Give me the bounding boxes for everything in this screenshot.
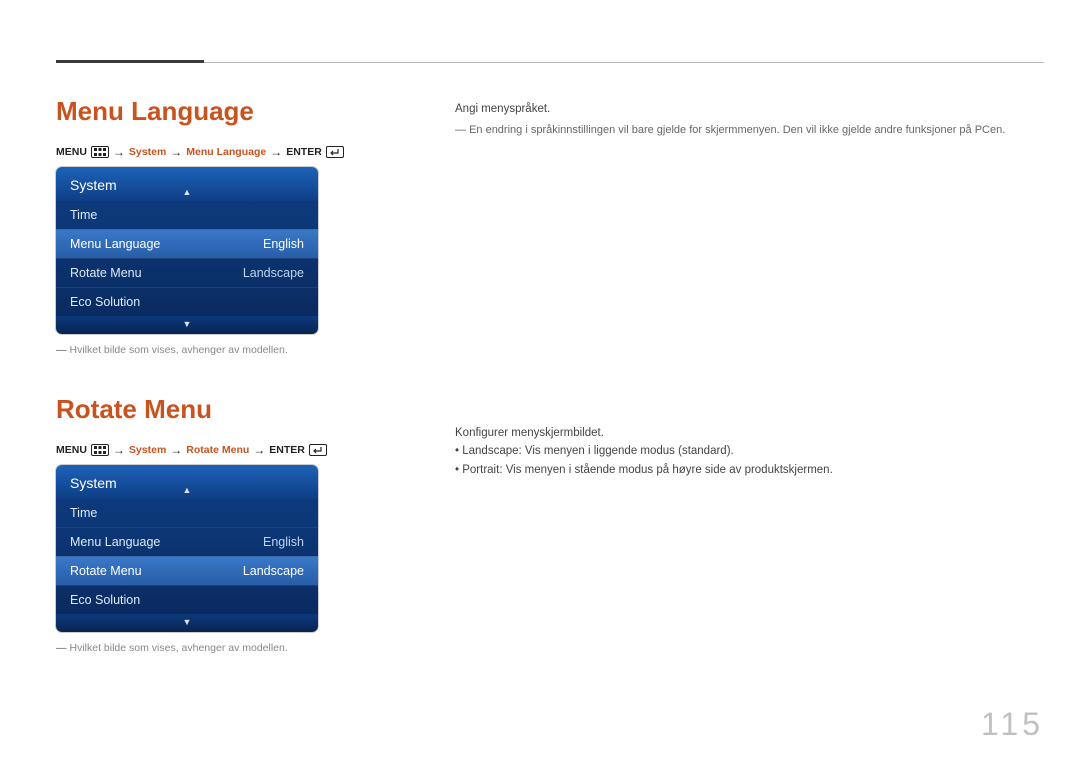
osd-body: Time Menu Language English Rotate Menu L… [56, 201, 318, 316]
breadcrumb-part: ENTER [286, 146, 322, 158]
note-text: Hvilket bilde som vises, avhenger av mod… [70, 642, 288, 654]
dash-icon: ― [455, 124, 466, 136]
osd-footer: ▼ [56, 316, 318, 334]
option-text: : Vis menyen i stående modus på høyre si… [499, 464, 832, 476]
osd-row-value: English [263, 535, 304, 549]
osd-row[interactable]: Rotate Menu Landscape [56, 556, 318, 585]
bullet-text: Landscape: Vis menyen i liggende modus (… [462, 445, 734, 457]
section-rotate-menu: Rotate Menu MENU → System → Rotate Menu … [56, 394, 346, 654]
option-label: Portrait [462, 464, 499, 476]
breadcrumb-part: MENU [56, 146, 87, 158]
section-title: Rotate Menu [56, 394, 346, 425]
description-block-2: Konfigurer menyskjermbildet. • Landscape… [455, 424, 1044, 479]
osd-row-value: English [263, 237, 304, 251]
arrow-right-icon: → [113, 145, 125, 159]
page-number: 115 [981, 706, 1044, 743]
osd-title: System [70, 177, 117, 193]
bullet-list: • Landscape: Vis menyen i liggende modus… [455, 442, 1044, 479]
osd-row-value: Landscape [243, 266, 304, 280]
section-menu-language: Menu Language MENU → System → Menu Langu… [56, 96, 346, 356]
note: ―Hvilket bilde som vises, avhenger av mo… [56, 642, 346, 654]
paragraph: ― En endring i språkinnstillingen vil ba… [455, 122, 1044, 140]
osd-row[interactable]: Eco Solution [56, 287, 318, 316]
paragraph: Angi menyspråket. [455, 100, 1044, 118]
option-text: : Vis menyen i liggende modus (standard)… [519, 445, 734, 457]
option-label: Landscape [462, 445, 518, 457]
osd-header: System ▲ [56, 465, 318, 499]
osd-header: System ▲ [56, 167, 318, 201]
description-block-1: Angi menyspråket. ― En endring i språkin… [455, 100, 1044, 140]
osd-row-label: Eco Solution [70, 593, 140, 607]
dash-icon: ― [56, 344, 67, 356]
paragraph: Konfigurer menyskjermbildet. [455, 424, 1044, 442]
breadcrumb-part: MENU [56, 444, 87, 456]
osd-row-label: Rotate Menu [70, 266, 142, 280]
osd-row[interactable]: Time [56, 499, 318, 527]
osd-panel: System ▲ Time Menu Language English Rota… [56, 465, 318, 632]
osd-row[interactable]: Rotate Menu Landscape [56, 258, 318, 287]
bullet-item: • Portrait: Vis menyen i stående modus p… [455, 461, 1044, 479]
osd-row-label: Time [70, 506, 97, 520]
osd-body: Time Menu Language English Rotate Menu L… [56, 499, 318, 614]
caret-up-icon: ▲ [183, 485, 192, 495]
dash-icon: ― [56, 642, 67, 654]
osd-row[interactable]: Eco Solution [56, 585, 318, 614]
osd-panel: System ▲ Time Menu Language English Rota… [56, 167, 318, 334]
section-title: Menu Language [56, 96, 346, 127]
osd-row-label: Menu Language [70, 237, 160, 251]
note-text: Hvilket bilde som vises, avhenger av mod… [70, 344, 288, 356]
breadcrumb-part: System [129, 146, 166, 158]
arrow-right-icon: → [253, 443, 265, 457]
breadcrumb-part: Menu Language [186, 146, 266, 158]
breadcrumb: MENU → System → Rotate Menu → ENTER [56, 443, 346, 457]
caret-down-icon: ▼ [183, 319, 192, 329]
bullet-dot-icon: • [455, 464, 459, 476]
bullet-text: Portrait: Vis menyen i stående modus på … [462, 464, 833, 476]
arrow-right-icon: → [170, 145, 182, 159]
enter-icon [326, 146, 344, 158]
osd-title: System [70, 475, 117, 491]
arrow-right-icon: → [170, 443, 182, 457]
arrow-right-icon: → [270, 145, 282, 159]
osd-row[interactable]: Menu Language English [56, 527, 318, 556]
osd-row-label: Menu Language [70, 535, 160, 549]
note: ―Hvilket bilde som vises, avhenger av mo… [56, 344, 346, 356]
breadcrumb-part: Rotate Menu [186, 444, 249, 456]
osd-row-label: Time [70, 208, 97, 222]
osd-row-label: Rotate Menu [70, 564, 142, 578]
menu-icon [91, 444, 109, 456]
bullet-item: • Landscape: Vis menyen i liggende modus… [455, 442, 1044, 460]
osd-row[interactable]: Menu Language English [56, 229, 318, 258]
breadcrumb-part: System [129, 444, 166, 456]
caret-up-icon: ▲ [183, 187, 192, 197]
header-rule-thick [56, 60, 204, 63]
paragraph-text: En endring i språkinnstillingen vil bare… [469, 124, 1005, 136]
osd-row-value: Landscape [243, 564, 304, 578]
caret-down-icon: ▼ [183, 617, 192, 627]
osd-row[interactable]: Time [56, 201, 318, 229]
header-rule [56, 62, 1044, 63]
bullet-dot-icon: • [455, 445, 459, 457]
menu-icon [91, 146, 109, 158]
osd-row-label: Eco Solution [70, 295, 140, 309]
breadcrumb: MENU → System → Menu Language → ENTER [56, 145, 346, 159]
osd-footer: ▼ [56, 614, 318, 632]
arrow-right-icon: → [113, 443, 125, 457]
enter-icon [309, 444, 327, 456]
breadcrumb-part: ENTER [269, 444, 305, 456]
